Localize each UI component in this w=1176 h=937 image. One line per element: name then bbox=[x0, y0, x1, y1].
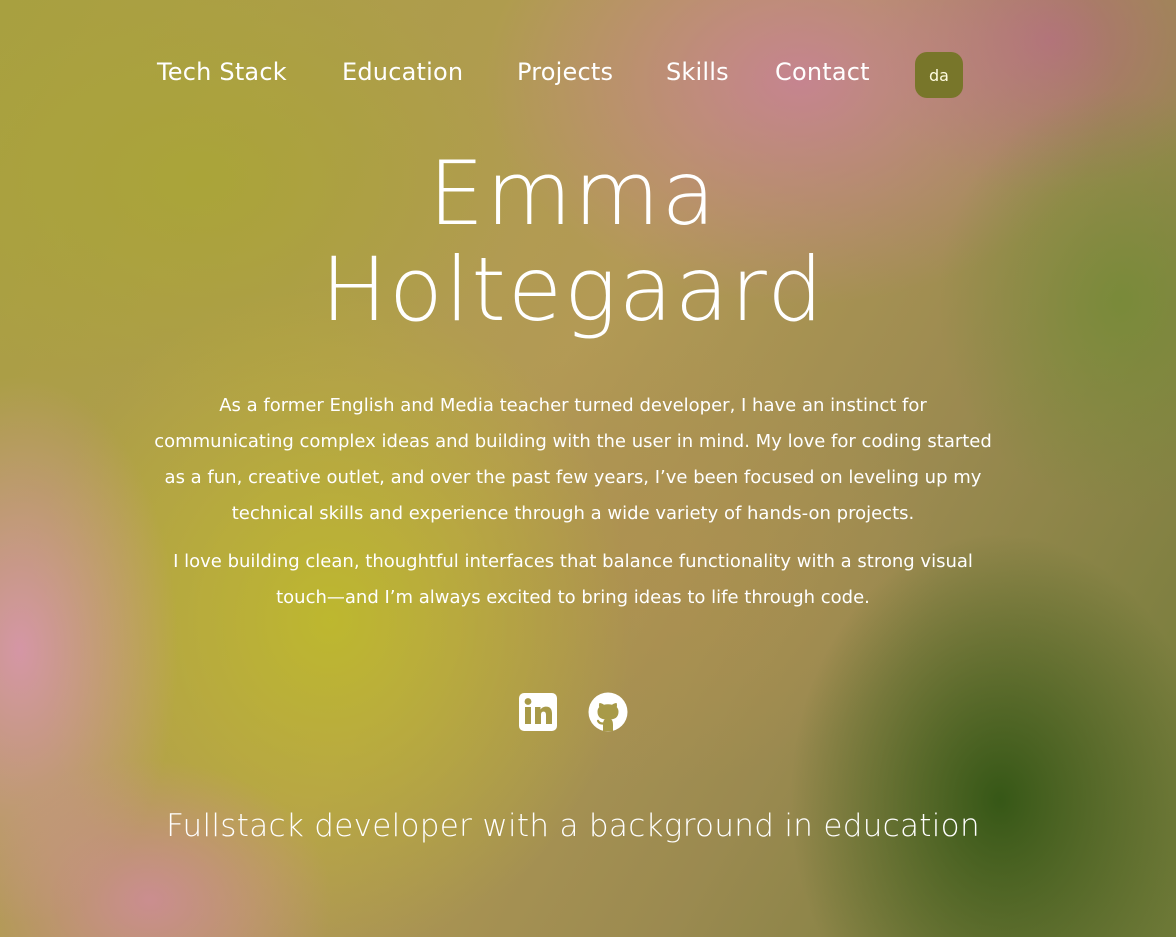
nav-link-projects[interactable]: Projects bbox=[517, 58, 613, 86]
hero-last-name: Holtegaard bbox=[320, 238, 826, 341]
github-icon bbox=[588, 692, 628, 732]
hero-first-name: Emma bbox=[428, 142, 718, 245]
social-links bbox=[0, 692, 1146, 732]
nav-link-contact[interactable]: Contact bbox=[775, 58, 870, 86]
bio: As a former English and Media teacher tu… bbox=[148, 388, 998, 628]
nav-link-skills[interactable]: Skills bbox=[666, 58, 729, 86]
tagline: Fullstack developer with a background in… bbox=[166, 808, 980, 844]
hero-name: Emma Holtegaard bbox=[0, 146, 1146, 338]
site-logo-button[interactable]: da bbox=[915, 52, 963, 98]
nav-link-education[interactable]: Education bbox=[342, 58, 463, 86]
linkedin-link[interactable] bbox=[518, 692, 558, 732]
bio-paragraph-2: I love building clean, thoughtful interf… bbox=[173, 551, 973, 608]
main-nav: Tech Stack Education Projects Skills Con… bbox=[0, 52, 1176, 98]
site-logo-text: da bbox=[929, 65, 949, 85]
github-link[interactable] bbox=[588, 692, 628, 732]
bio-paragraph-1: As a former English and Media teacher tu… bbox=[154, 395, 992, 524]
linkedin-icon bbox=[519, 693, 557, 731]
hero-section: Tech Stack Education Projects Skills Con… bbox=[0, 0, 1176, 937]
nav-link-tech-stack[interactable]: Tech Stack bbox=[157, 58, 287, 86]
